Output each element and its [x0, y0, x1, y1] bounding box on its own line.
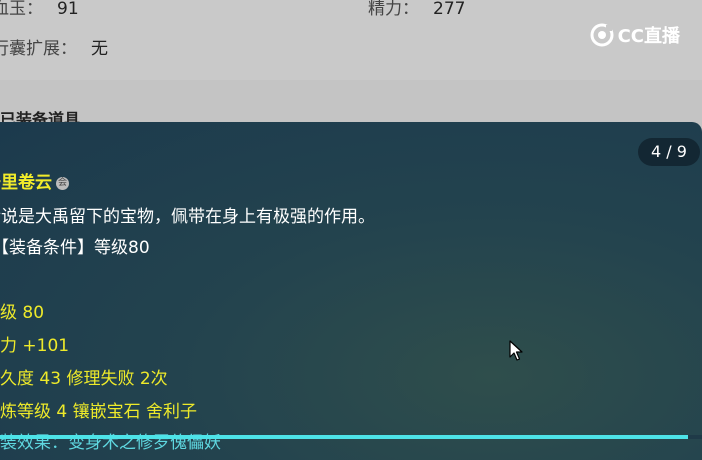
item-name-row: 千里卷云会: [0, 168, 69, 193]
stat-xueyu-label: 血玉：: [0, 0, 43, 19]
video-progress-bar[interactable]: [0, 435, 702, 439]
stat-bag-extension-value: 无: [91, 39, 108, 59]
item-attribute-refine: 锻炼等级 4 镶嵌宝石 舍利子: [0, 402, 198, 422]
cc-logo-icon: [590, 23, 614, 47]
page-indicator: 4 / 9: [638, 138, 700, 166]
logo-text: CC直播: [617, 26, 680, 47]
mouse-cursor-icon: [509, 340, 523, 361]
stat-bag-extension: 行囊扩展： 无: [0, 34, 108, 59]
item-attribute-level: 等级 80: [0, 303, 45, 323]
stat-jingli-label: 精力：: [368, 0, 419, 19]
item-tag-icon: 会: [56, 176, 69, 190]
stat-xueyu: 血玉： 91: [0, 0, 79, 19]
item-set-effect: 套装效果：变身术之修罗傀儡妖: [0, 433, 221, 453]
cc-live-logo: CC直播: [590, 22, 680, 48]
item-description: 传说是大禹留下的宝物，佩带在身上有极强的作用。: [0, 207, 375, 227]
item-attribute-durability: 耐久度 43 修理失败 2次: [0, 369, 168, 389]
video-progress-fill: [0, 435, 688, 439]
item-attribute-spirit: 灵力 +101: [0, 336, 70, 356]
stat-xueyu-value: 91: [57, 0, 79, 19]
item-tooltip: 4 / 9 千里卷云会 传说是大禹留下的宝物，佩带在身上有极强的作用。 【装备条…: [0, 122, 702, 460]
item-requirement: 【装备条件】等级80: [0, 238, 150, 258]
stat-bag-extension-label: 行囊扩展：: [0, 39, 77, 59]
item-name: 千里卷云: [0, 173, 52, 193]
stat-jingli: 精力： 277: [368, 0, 465, 19]
stat-jingli-value: 277: [433, 0, 466, 19]
